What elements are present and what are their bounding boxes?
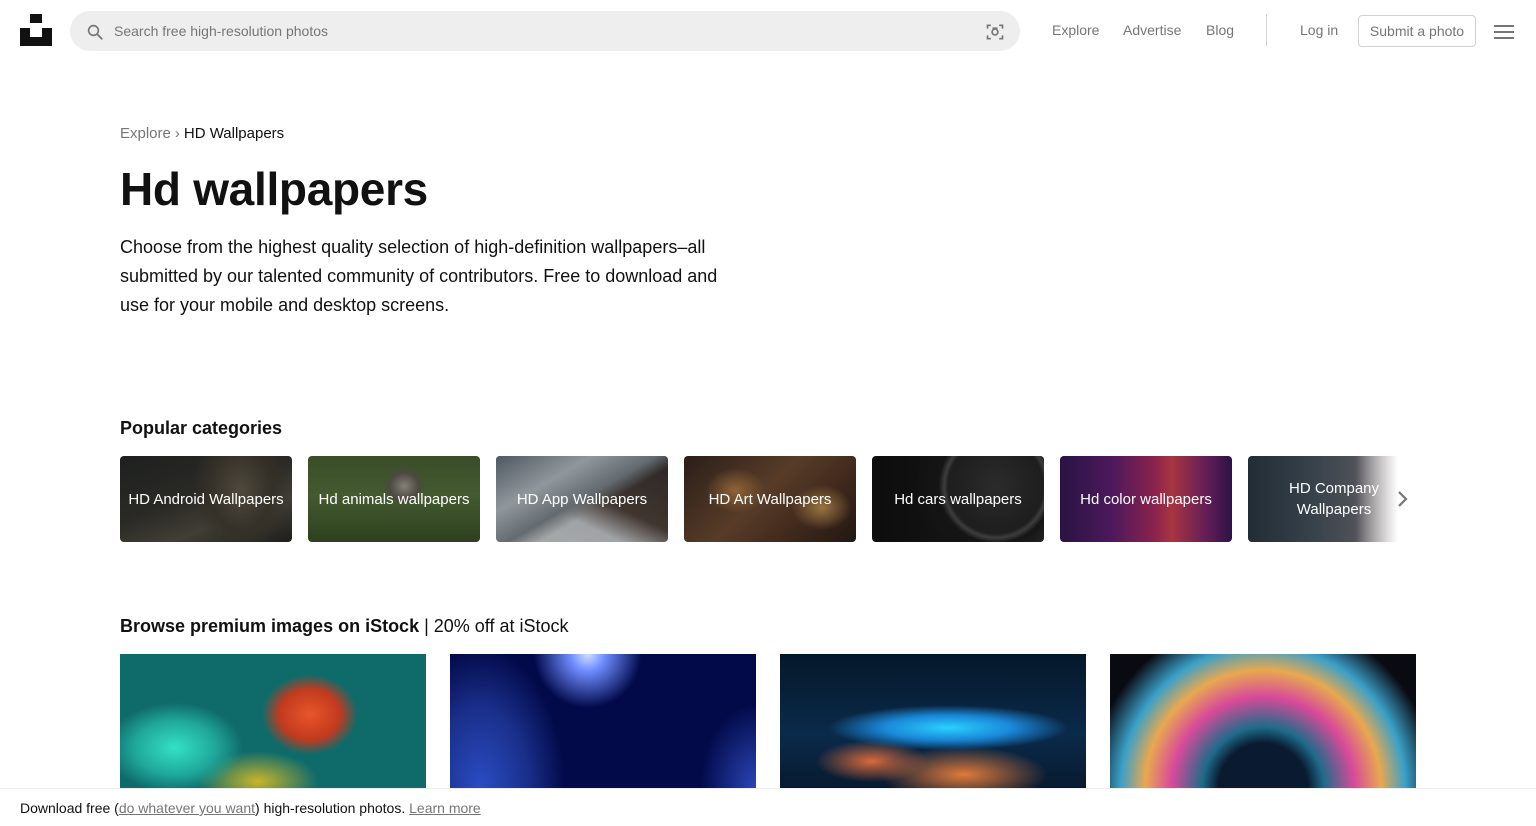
breadcrumb: Explore › HD Wallpapers [120,125,284,142]
category-label: HD Art Wallpapers [708,490,832,508]
submit-photo-button[interactable]: Submit a photo [1358,15,1476,47]
popular-categories-title: Popular categories [120,418,283,438]
hamburger-menu-icon[interactable] [1494,24,1514,40]
category-card[interactable]: HD Art Wallpapers [684,456,856,542]
page-title: Hd wallpapers [120,163,428,215]
login-link[interactable]: Log in [1300,22,1338,38]
premium-title-offer: | 20% off at iStock [419,616,569,636]
nav-divider [1266,14,1267,46]
premium-title-bold: Browse premium images on iStock [120,616,420,636]
search-input[interactable] [114,11,974,51]
banner-prefix: Download free ( [20,800,119,816]
chevron-right-icon[interactable] [1394,490,1410,508]
category-card[interactable]: Hd color wallpapers [1060,456,1232,542]
category-label: Hd animals wallpapers [318,490,470,508]
category-label: HD Android Wallpapers [128,490,284,508]
breadcrumb-current: HD Wallpapers [183,125,285,142]
page-description: Choose from the highest quality selectio… [120,237,718,315]
nav-advertise-link[interactable]: Advertise [1123,22,1181,38]
premium-images-row [120,654,1416,788]
premium-image[interactable] [1110,654,1416,788]
license-link[interactable]: do whatever you want [119,800,255,816]
premium-image[interactable] [120,654,426,788]
category-label: Hd color wallpapers [1080,490,1212,508]
search-icon[interactable] [86,23,104,41]
nav-explore-link[interactable]: Explore [1052,22,1099,38]
top-header: Explore Advertise Blog Log in Submit a p… [0,0,1536,62]
banner-middle: ) high-resolution photos. [255,800,406,816]
category-card[interactable]: HD App Wallpapers [496,456,668,542]
category-card[interactable]: HD Android Wallpapers [120,456,292,542]
visual-search-icon[interactable] [985,22,1005,42]
unsplash-logo-icon[interactable] [20,14,52,46]
breadcrumb-separator: › [174,125,180,142]
bottom-banner: Download free (do whatever you want) hig… [0,788,1536,826]
breadcrumb-explore-link[interactable]: Explore [120,125,171,142]
category-card[interactable]: Hd animals wallpapers [308,456,480,542]
bottom-banner-text: Download free (do whatever you want) hig… [20,800,481,816]
category-card[interactable]: Hd cars wallpapers [872,456,1044,542]
search-bar [70,11,1020,51]
premium-image[interactable] [780,654,1086,788]
popular-categories-row: HD Android Wallpapers Hd animals wallpap… [120,456,1416,542]
learn-more-link[interactable]: Learn more [409,800,481,816]
premium-section-title: Browse premium images on iStock | 20% of… [120,616,569,637]
premium-image[interactable] [450,654,756,788]
category-label: Hd cars wallpapers [894,490,1022,508]
nav-blog-link[interactable]: Blog [1206,22,1234,38]
category-label: HD App Wallpapers [516,490,648,508]
